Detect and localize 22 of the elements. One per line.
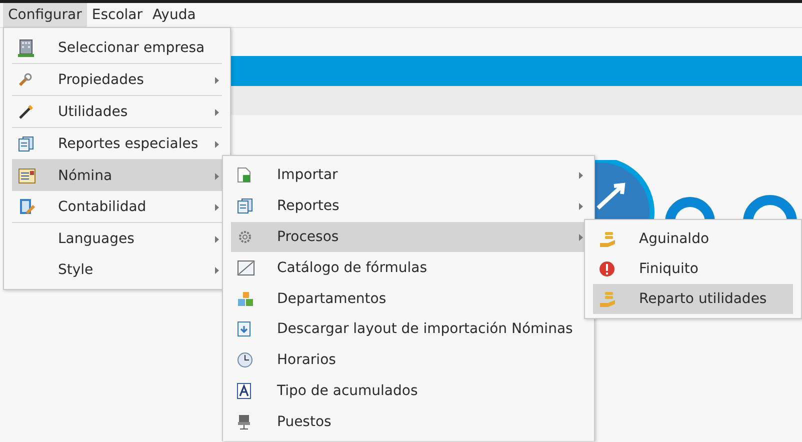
menu-item[interactable]: Catálogo de fórmulas — [231, 252, 586, 284]
menu-title[interactable]: Ayuda — [148, 3, 201, 27]
menu-item[interactable]: Departamentos — [231, 283, 586, 314]
menu-item[interactable]: Horarios — [231, 344, 586, 376]
menu-item[interactable]: Propiedades — [12, 64, 222, 96]
menu-item[interactable]: Finiquito — [593, 254, 793, 284]
menu-item[interactable]: Languages — [12, 223, 222, 254]
menu-item[interactable]: Seleccionar empresa — [12, 32, 222, 64]
menu-item[interactable]: Puestos — [231, 406, 586, 438]
menu-item[interactable]: Contabilidad — [12, 191, 222, 223]
menu-item[interactable]: Reportes — [231, 190, 586, 222]
menu-item[interactable]: Descargar layout de importación Nóminas — [231, 314, 586, 345]
menu-item[interactable]: Style — [12, 254, 222, 285]
menu-item[interactable]: Reparto utilidades — [593, 284, 793, 314]
menu-title[interactable]: Escolar — [86, 3, 148, 27]
menu-item[interactable]: Nómina — [12, 160, 222, 191]
menu-item[interactable]: Importar — [231, 160, 586, 191]
menu-item[interactable]: Procesos — [231, 222, 586, 252]
menu-title[interactable]: Configurar — [3, 3, 87, 27]
menu-item[interactable]: Aguinaldo — [593, 224, 793, 254]
menu-item[interactable]: Tipo de acumulados — [231, 375, 586, 406]
menu-item[interactable]: Utilidades — [12, 96, 222, 128]
